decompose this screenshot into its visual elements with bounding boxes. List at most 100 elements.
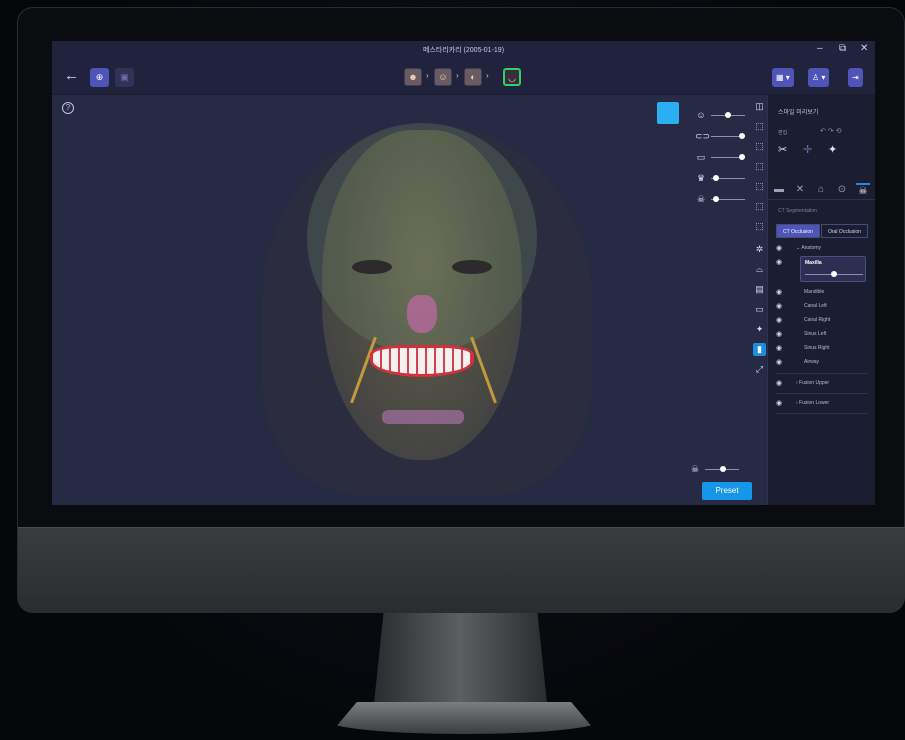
divider: [776, 393, 868, 394]
eye-icon[interactable]: ◉: [776, 300, 782, 313]
cube-bottom-icon[interactable]: ⬚: [753, 200, 766, 213]
anatomy-group[interactable]: ◉ ⌄ Anatomy: [776, 242, 870, 255]
list-item[interactable]: ◉ Canal Left: [776, 300, 870, 313]
help-icon[interactable]: ?: [62, 102, 74, 114]
stage: 메스타리카리 (2005-01-19) – ⧉ ✕ ← ⊕ ▣ ☻ › ☺ › …: [0, 0, 905, 740]
eye-icon[interactable]: ◉: [776, 342, 782, 355]
tab-tools[interactable]: ✕: [793, 183, 807, 197]
list-item-label: Sinus Right: [804, 345, 830, 351]
list-item-label: Sinus Left: [804, 331, 827, 337]
face-icon: ☺: [696, 110, 706, 120]
item-opacity-knob[interactable]: [831, 271, 837, 277]
nasal-cavity: [407, 295, 437, 333]
settings-icon[interactable]: ✲: [753, 243, 766, 256]
layout-menu-button[interactable]: ▦ ▾: [772, 68, 794, 87]
selected-item-card[interactable]: Maxilla: [800, 256, 866, 282]
tab-segmentation[interactable]: ☠: [856, 183, 870, 197]
cube-left-icon[interactable]: ⬚: [753, 140, 766, 153]
undo-redo-icons[interactable]: ↶ ↷ ⟲: [820, 127, 842, 135]
bottom-opacity-slider[interactable]: ☠: [689, 463, 741, 475]
skull-opacity-slider[interactable]: ☠: [695, 193, 747, 205]
list-item-label: Mandible: [804, 289, 825, 295]
eye-icon[interactable]: ◉: [776, 242, 782, 255]
tab-implant[interactable]: ⌂: [814, 183, 828, 197]
ct-occlusion-button[interactable]: CT Occlusion: [776, 224, 820, 238]
save-button[interactable]: ▣: [115, 68, 134, 87]
add-patient-button[interactable]: ⊕: [90, 68, 109, 87]
group-label: › Fusion Upper: [796, 380, 830, 386]
cut-icon[interactable]: ✂: [778, 143, 787, 156]
grid-icon[interactable]: ▤: [753, 283, 766, 296]
chevron-right-icon: ›: [486, 71, 489, 80]
monitor-icon[interactable]: ▭: [753, 303, 766, 316]
right-eye: [452, 260, 492, 274]
list-item[interactable]: ◉ Mandible: [776, 286, 870, 299]
eye-icon[interactable]: ◉: [776, 377, 782, 390]
eye-icon[interactable]: ◉: [776, 256, 782, 269]
implant-icon[interactable]: ✦: [753, 323, 766, 336]
lower-jaw-opacity-slider[interactable]: ▭: [695, 151, 747, 163]
fusion-upper-group[interactable]: ◉ › Fusion Upper: [776, 377, 870, 390]
profile-step-button[interactable]: ◐: [464, 68, 482, 86]
restore-icon[interactable]: ⧉: [839, 43, 846, 55]
lower-jaw-icon: ▭: [696, 152, 706, 162]
crosshair-icon[interactable]: ✛: [803, 143, 812, 156]
app-screen: 메스타리카리 (2005-01-19) – ⧉ ✕ ← ⊕ ▣ ☻ › ☺ › …: [52, 41, 875, 505]
oral-occlusion-button[interactable]: Oral Occlusion: [821, 224, 868, 238]
segmentation-title: CT Segmentation: [778, 208, 817, 214]
mandible-overlay: [382, 410, 464, 424]
list-item[interactable]: ◉ Airway: [776, 356, 870, 369]
exit-button[interactable]: ⇥: [848, 68, 863, 87]
view-tool-column: ◫ ⬚ ⬚ ⬚ ⬚ ⬚ ⬚ ✲ ⌓ ▤ ▭ ✦ ▮ ⤢: [752, 95, 767, 385]
fusion-lower-group[interactable]: ◉ › Fusion Lower: [776, 397, 870, 410]
monitor-chin: [18, 527, 905, 613]
cube-top-icon[interactable]: ⬚: [753, 120, 766, 133]
list-item[interactable]: ◉ Canal Right: [776, 314, 870, 327]
eye-icon[interactable]: ◉: [776, 286, 782, 299]
preset-button[interactable]: Preset: [702, 482, 752, 500]
side-panel: 스마일 미리보기 편집 ↶ ↷ ⟲ ✂ ✛ ✦ ▬ ✕ ⌂ ⊙ ☠ CT Seg…: [767, 95, 875, 505]
tab-mesh[interactable]: ▬: [772, 183, 786, 197]
list-item[interactable]: ◉ Sinus Left: [776, 328, 870, 341]
eye-icon[interactable]: ◉: [776, 356, 782, 369]
cube-back-icon[interactable]: ⬚: [753, 180, 766, 193]
list-item-label: Airway: [804, 359, 820, 365]
cube-iso-icon[interactable]: ⬚: [753, 220, 766, 233]
eye-icon[interactable]: ◉: [776, 328, 782, 341]
skull-icon: ☠: [696, 194, 706, 204]
crown-icon: ♛: [696, 173, 706, 183]
color-swatch[interactable]: [657, 102, 679, 124]
cube-right-icon[interactable]: ⬚: [753, 160, 766, 173]
back-arrow-icon[interactable]: ←: [64, 67, 79, 84]
user-menu-button[interactable]: ♙ ▾: [808, 68, 830, 87]
upper-jaw-opacity-slider[interactable]: ⊂⊃: [695, 130, 747, 142]
group-label: › Fusion Lower: [796, 400, 830, 406]
axis-icon[interactable]: ⤢: [753, 363, 766, 376]
chevron-right-icon: ›: [426, 71, 429, 80]
divider: [776, 373, 868, 374]
title-bar: 메스타리카리 (2005-01-19) – ⧉ ✕: [52, 41, 875, 59]
tooth-icon[interactable]: ▮: [753, 343, 766, 356]
3d-viewport[interactable]: ? ☺ ⊂⊃ ▭ ♛ ☠ ☠ Preset: [52, 95, 767, 505]
pin-icon[interactable]: ✦: [828, 143, 837, 156]
view-front-icon[interactable]: ◫: [753, 100, 766, 113]
eye-icon[interactable]: ◉: [776, 397, 782, 410]
panel-tabs: ▬ ✕ ⌂ ⊙ ☠: [768, 180, 875, 200]
crown-opacity-slider[interactable]: ♛: [695, 172, 747, 184]
monitor-stand: [373, 613, 548, 713]
edit-label: 편집: [778, 130, 788, 136]
list-item[interactable]: ◉ Sinus Right: [776, 342, 870, 355]
anatomy-label: ⌄ Anatomy: [796, 245, 822, 251]
minimize-icon[interactable]: –: [817, 43, 823, 55]
face-scan-step-button[interactable]: ☺: [434, 68, 452, 86]
ct-step-button[interactable]: ☻: [404, 68, 422, 86]
divider: [776, 413, 868, 414]
face-opacity-slider[interactable]: ☺: [695, 109, 747, 121]
toolbar: ← ⊕ ▣ ☻ › ☺ › ◐ › ◡ ▦ ▾ ♙ ▾ ⇥: [52, 59, 875, 95]
close-icon[interactable]: ✕: [860, 43, 868, 55]
window-title: 메스타리카리 (2005-01-19): [422, 47, 505, 54]
teeth-step-button[interactable]: ◡: [503, 68, 521, 86]
eye-icon[interactable]: ◉: [776, 314, 782, 327]
tab-search[interactable]: ⊙: [835, 183, 849, 197]
lips-icon[interactable]: ⌓: [753, 263, 766, 276]
